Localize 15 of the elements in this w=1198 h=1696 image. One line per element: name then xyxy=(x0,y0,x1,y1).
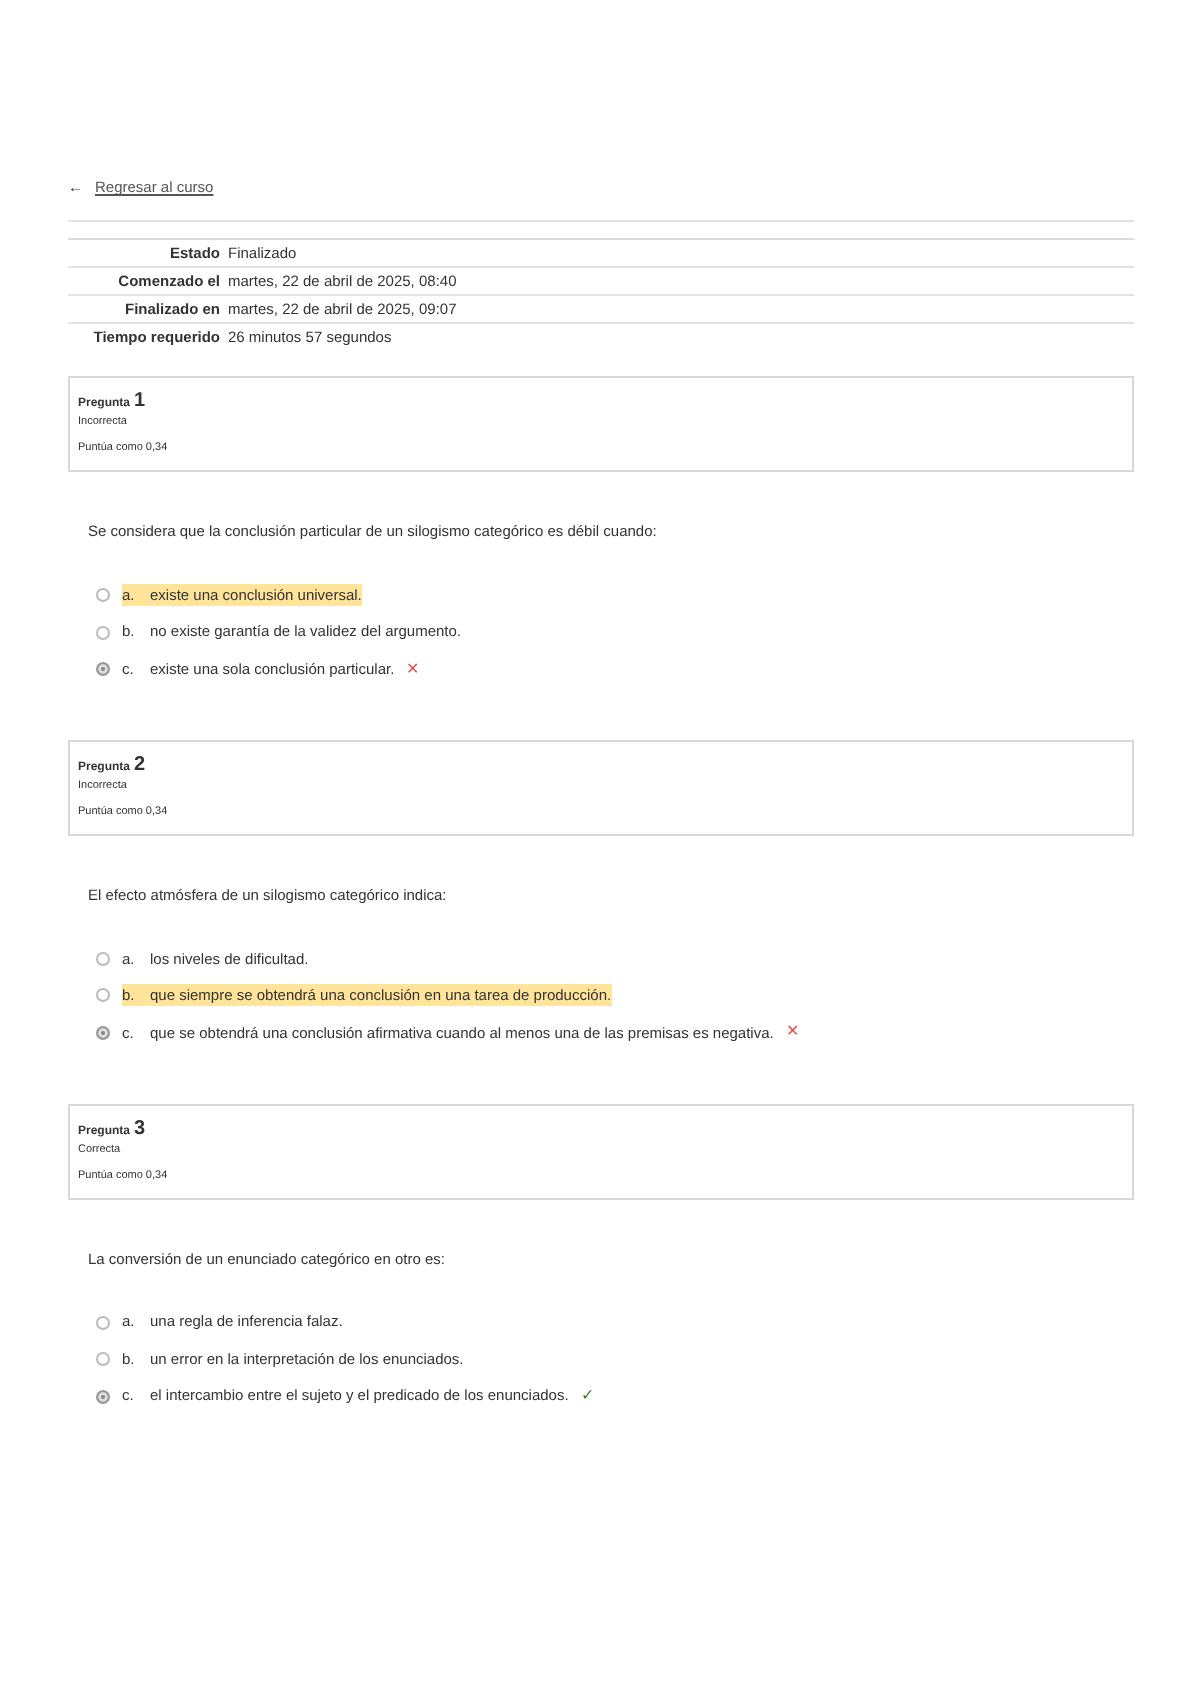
radio-button[interactable] xyxy=(96,625,110,639)
cross-icon: ✕ xyxy=(785,1020,800,1045)
radio-button[interactable] xyxy=(96,662,110,676)
radio-button[interactable] xyxy=(96,1025,110,1040)
radio-button[interactable] xyxy=(96,1315,110,1329)
question-number: 2 xyxy=(134,751,146,780)
check-icon: ✓ xyxy=(580,1384,595,1408)
question-number: 3 xyxy=(134,1115,146,1143)
radio-button[interactable] xyxy=(96,588,110,602)
radio-button[interactable] xyxy=(96,1352,110,1366)
radio-button[interactable] xyxy=(96,988,110,1003)
radio-button[interactable] xyxy=(96,951,110,966)
radio-button[interactable] xyxy=(96,1389,110,1403)
question-number: 1 xyxy=(134,388,146,416)
cross-icon: ✕ xyxy=(406,657,421,681)
